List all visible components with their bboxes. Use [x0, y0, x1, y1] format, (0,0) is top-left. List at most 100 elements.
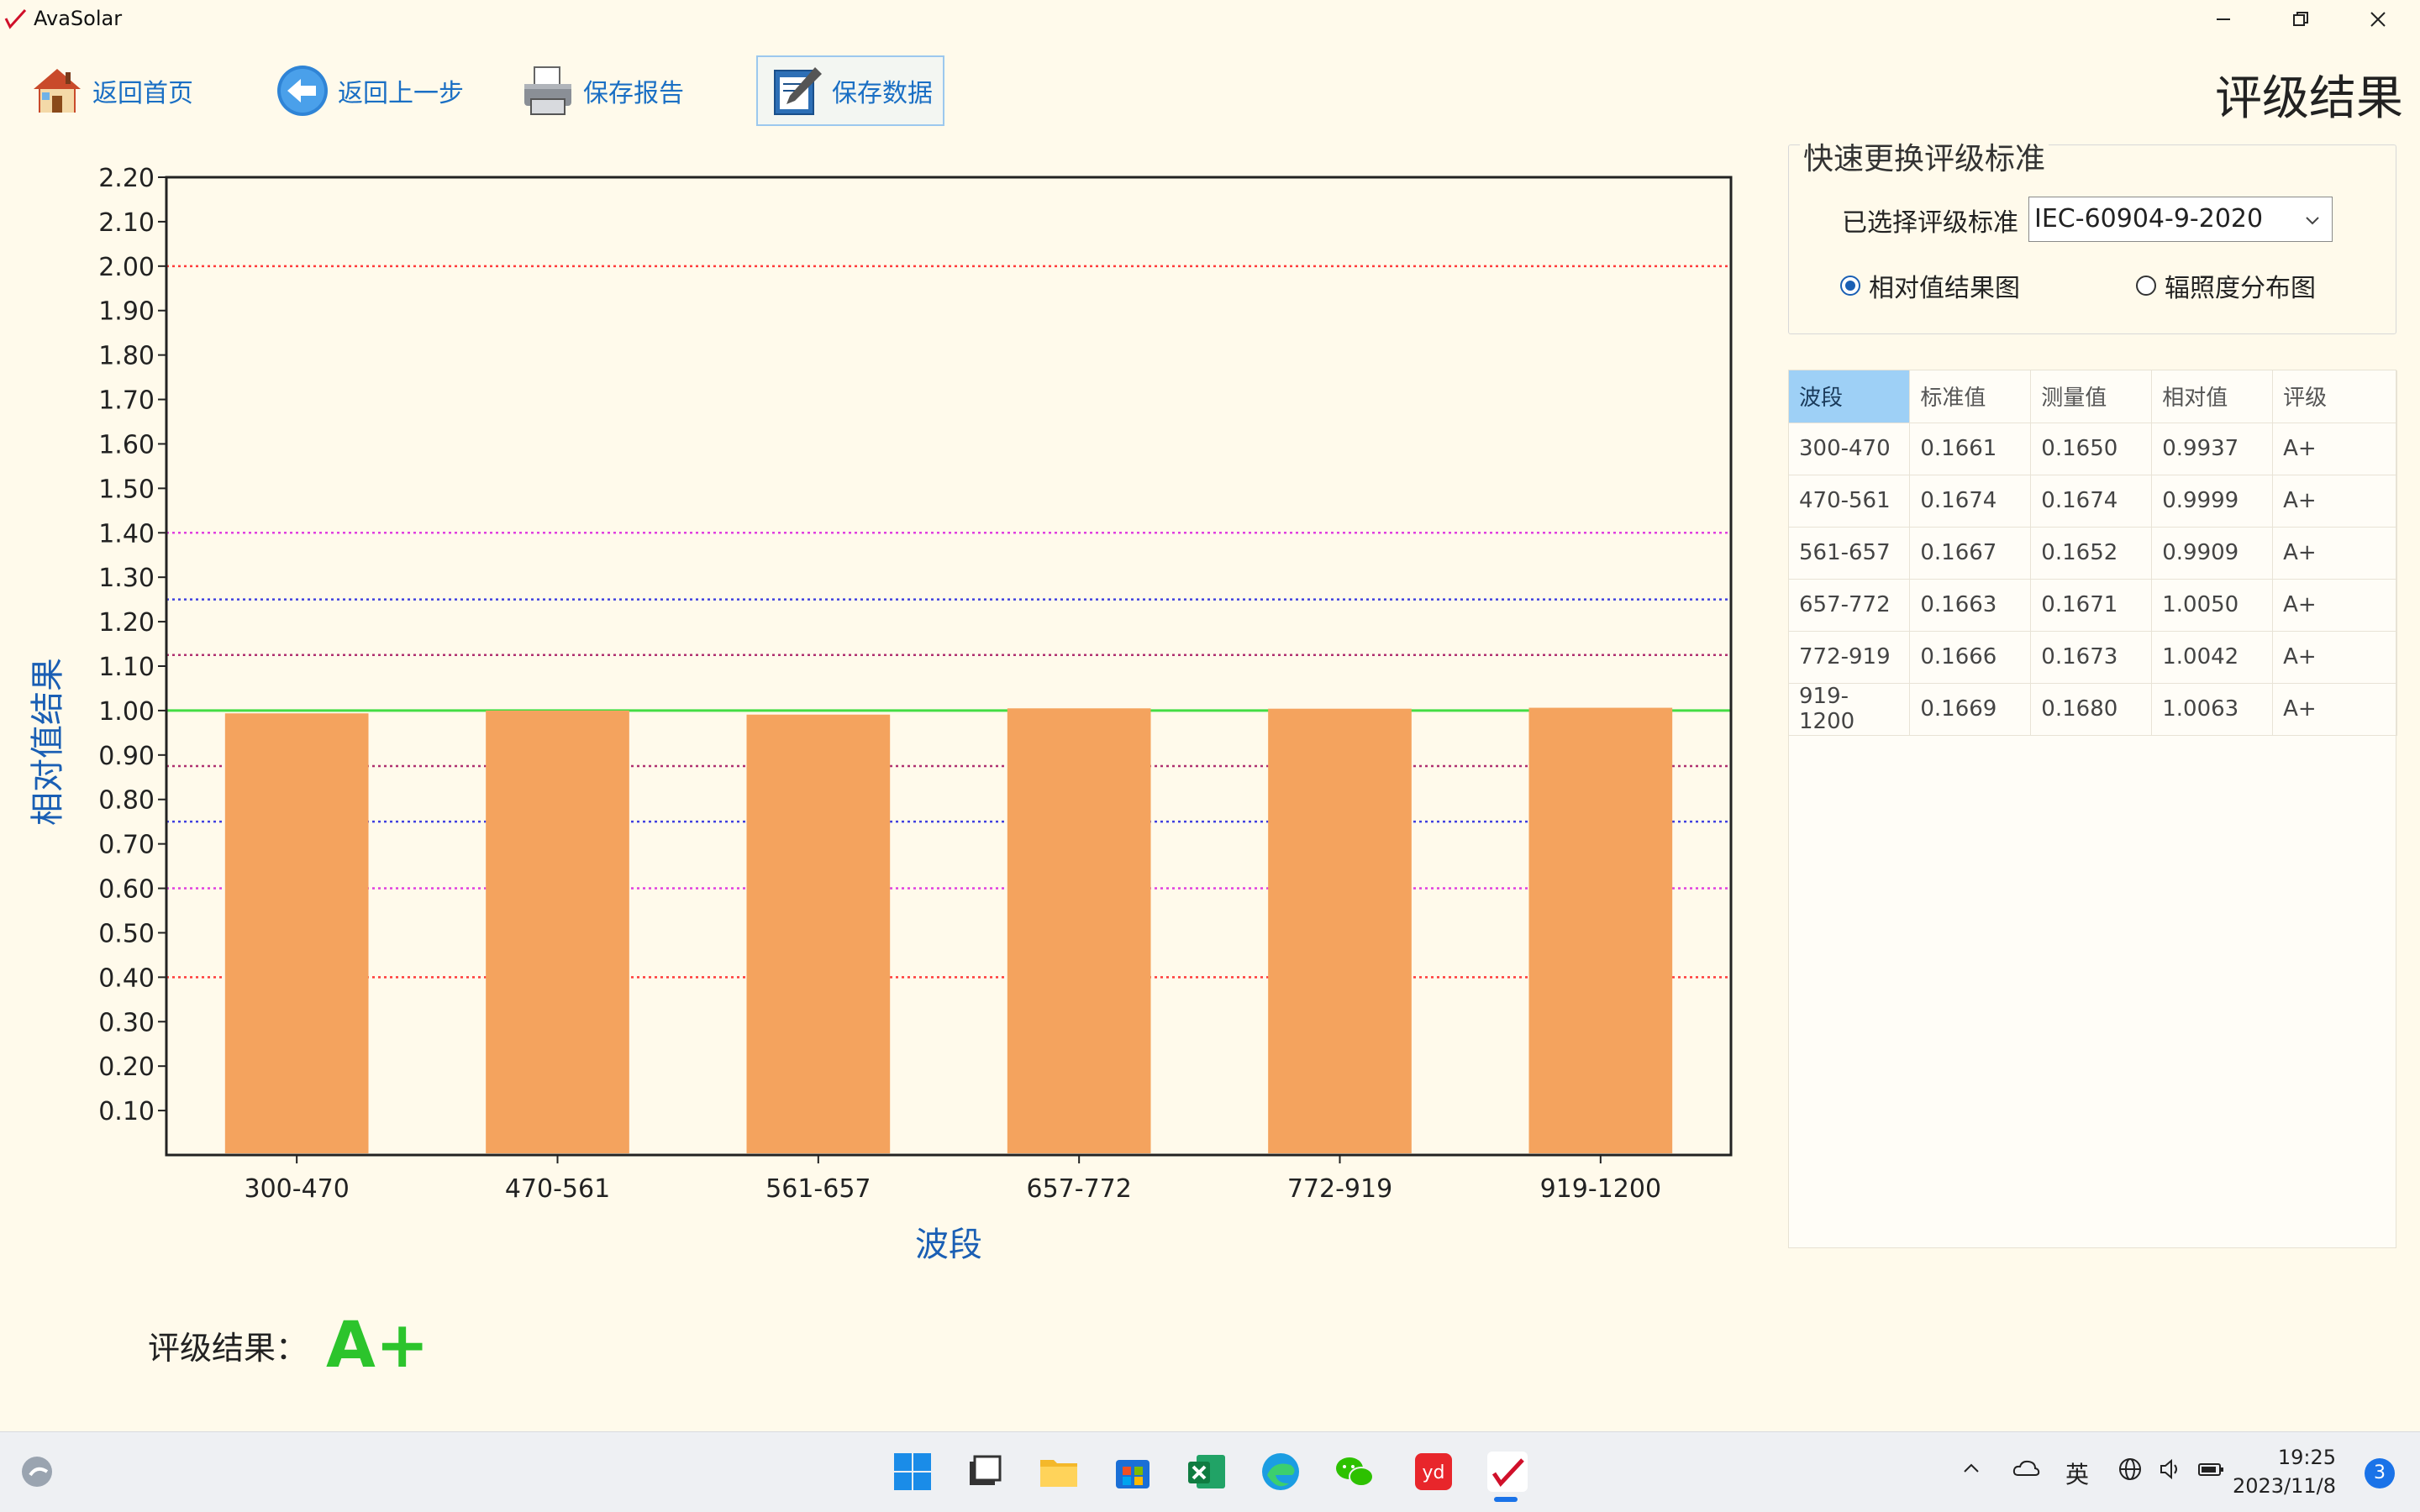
restore-button[interactable] — [2262, 0, 2339, 39]
cell-grade: A+ — [2272, 423, 2397, 475]
cell-relative: 0.9937 — [2151, 423, 2274, 475]
file-explorer-button[interactable] — [1034, 1446, 1084, 1497]
header-relative[interactable]: 相对值 — [2151, 370, 2274, 423]
edge-browser-icon — [1262, 1453, 1299, 1490]
table-row[interactable]: 470-561 0.1674 0.1674 0.9999 A+ — [1789, 475, 2397, 528]
page-title: 评级结果 — [2215, 71, 2403, 126]
back-label: 返回上一步 — [338, 79, 464, 108]
header-grade[interactable]: 评级 — [2272, 370, 2397, 423]
clock-date: 2023/11/8 — [2232, 1474, 2336, 1498]
y-tick-label: 1.60 — [98, 430, 155, 459]
cell-grade: A+ — [2272, 683, 2397, 736]
windows-logo-icon — [894, 1453, 931, 1490]
x-tick-label: 300-470 — [244, 1174, 349, 1204]
cell-relative: 1.0063 — [2151, 683, 2274, 736]
table-row[interactable]: 300-470 0.1661 0.1650 0.9937 A+ — [1789, 423, 2397, 475]
standard-group-title: 快速更换评级标准 — [1800, 134, 2049, 178]
notification-badge[interactable]: 3 — [2365, 1458, 2395, 1488]
volume-button[interactable] — [2158, 1457, 2183, 1488]
battery-button[interactable] — [2196, 1457, 2225, 1488]
x-tick-label: 772-919 — [1287, 1174, 1392, 1204]
y-tick-label: 1.80 — [98, 342, 155, 371]
close-icon — [2370, 12, 2386, 27]
cloud-icon — [2012, 1460, 2040, 1476]
avasolar-taskbar-button[interactable] — [1482, 1446, 1533, 1497]
home-button[interactable]: 返回首页 — [29, 55, 193, 126]
cell-band: 300-470 — [1789, 423, 1911, 475]
cell-band: 470-561 — [1789, 475, 1911, 528]
cell-standard: 0.1667 — [1909, 527, 2032, 580]
wechat-button[interactable] — [1329, 1446, 1380, 1497]
network-button[interactable] — [2118, 1457, 2143, 1488]
y-tick-label: 2.00 — [98, 253, 155, 282]
chevron-up-icon — [1964, 1463, 1979, 1473]
table-row[interactable]: 561-657 0.1667 0.1652 0.9909 A+ — [1789, 527, 2397, 580]
save-data-button[interactable]: 保存数据 — [756, 55, 944, 126]
store-button[interactable] — [1107, 1446, 1158, 1497]
radio-relative-label: 相对值结果图 — [1869, 274, 2020, 303]
y-tick-label: 0.10 — [98, 1097, 155, 1126]
cell-band: 919-1200 — [1789, 683, 1911, 736]
relative-value-bar-chart: 0.10 0.20 0.30 0.40 0.50 0.60 0.70 0.80 0.90 1.00… — [29, 164, 1733, 1264]
radio-irradiance-label: 辐照度分布图 — [2165, 274, 2316, 303]
speaker-icon — [2160, 1458, 2177, 1480]
selected-standard-label: 已选择评级标准 — [1842, 208, 2018, 238]
y-tick-label: 0.80 — [98, 786, 155, 816]
radio-relative-chart[interactable]: 相对值结果图 — [1840, 267, 2020, 304]
y-tick-label: 2.20 — [98, 164, 155, 193]
header-standard[interactable]: 标准值 — [1909, 370, 2032, 423]
y-tick-label: 0.30 — [98, 1008, 155, 1037]
x-tick-label: 919-1200 — [1540, 1174, 1661, 1204]
minimize-icon — [2217, 18, 2230, 20]
y-tick-label: 0.50 — [98, 919, 155, 948]
input-language-button[interactable]: 英 — [2065, 1457, 2089, 1490]
cell-standard: 0.1661 — [1909, 423, 2032, 475]
cell-relative: 0.9909 — [2151, 527, 2274, 580]
x-tick-label: 470-561 — [505, 1174, 610, 1204]
weather-widget-icon — [22, 1457, 52, 1487]
folder-icon — [1040, 1460, 1077, 1487]
cell-standard: 0.1663 — [1909, 579, 2032, 632]
widgets-button[interactable] — [12, 1446, 62, 1497]
taskbar-clock[interactable]: 19:25 2023/11/8 — [2233, 1443, 2336, 1500]
header-band[interactable]: 波段 — [1789, 370, 1911, 423]
start-button[interactable] — [887, 1446, 938, 1497]
back-button[interactable]: 返回上一步 — [274, 55, 464, 126]
clock-time: 19:25 — [2277, 1446, 2336, 1469]
onedrive-button[interactable] — [2012, 1457, 2040, 1486]
standard-select[interactable]: IEC-60904-9-2020 — [2028, 197, 2333, 242]
cell-measured: 0.1650 — [2030, 423, 2153, 475]
show-hidden-icons-button[interactable] — [1960, 1457, 1983, 1486]
radio-unchecked-icon — [2136, 276, 2156, 296]
globe-icon — [2119, 1458, 2141, 1480]
cell-grade: A+ — [2272, 527, 2397, 580]
youdao-button[interactable]: yd — [1408, 1446, 1459, 1497]
table-row[interactable]: 919-1200 0.1669 0.1680 1.0063 A+ — [1789, 683, 2397, 736]
avasolar-app-icon — [1487, 1452, 1528, 1492]
save-data-label: 保存数据 — [832, 79, 933, 108]
home-label: 返回首页 — [92, 79, 193, 108]
task-view-icon — [970, 1455, 1002, 1485]
grade-label: 评级结果： — [148, 1330, 308, 1367]
youdao-dict-icon: yd — [1415, 1453, 1452, 1490]
cell-measured: 0.1673 — [2030, 631, 2153, 684]
header-measured[interactable]: 测量值 — [2030, 370, 2153, 423]
y-tick-label: 1.30 — [98, 564, 155, 593]
x-tick-label: 657-772 — [1026, 1174, 1131, 1204]
close-button[interactable] — [2339, 0, 2417, 39]
wechat-icon — [1336, 1457, 1374, 1487]
battery-icon — [2198, 1463, 2223, 1476]
save-report-button[interactable]: 保存报告 — [519, 55, 684, 126]
bar — [224, 713, 369, 1153]
house-icon — [34, 69, 81, 113]
cell-standard: 0.1674 — [1909, 475, 2032, 528]
table-row[interactable]: 772-919 0.1666 0.1673 1.0042 A+ — [1789, 631, 2397, 684]
task-view-button[interactable] — [960, 1446, 1010, 1497]
edge-button[interactable] — [1255, 1446, 1306, 1497]
y-tick-label: 1.10 — [98, 653, 155, 682]
table-row[interactable]: 657-772 0.1663 0.1671 1.0050 A+ — [1789, 579, 2397, 632]
minimize-button[interactable] — [2185, 0, 2262, 39]
restore-icon — [2293, 12, 2308, 26]
radio-irradiance-chart[interactable]: 辐照度分布图 — [2136, 267, 2316, 304]
excel-button[interactable] — [1181, 1446, 1232, 1497]
